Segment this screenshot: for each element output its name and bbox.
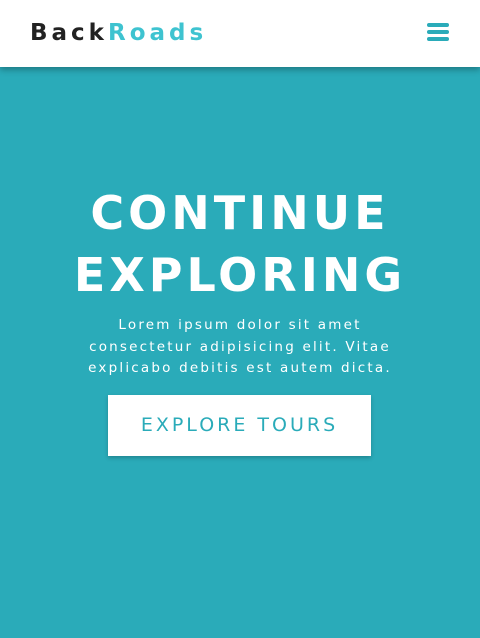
hero-title-line2: EXPLORING [73,248,407,302]
logo-text-back: Back [30,20,108,46]
hero-text-line3: explicabo debitis est autem dicta. [88,360,392,376]
menu-bar-middle [427,30,449,34]
hero-text-line2: consectetur adipisicing elit. Vitae [89,338,391,355]
hamburger-menu-icon[interactable] [426,21,450,43]
hero-description: Lorem ipsum dolor sit amet consectetur a… [55,315,425,380]
hero-title: CONTINUE EXPLORING [0,182,480,306]
hero-text-line1: Lorem ipsum dolor sit amet [118,317,362,333]
logo-text-roads: Roads [107,20,208,46]
explore-tours-button[interactable]: EXPLORE TOURS [108,395,371,456]
logo[interactable]: BackRoads [30,19,207,47]
hero-title-line1: CONTINUE [90,186,390,240]
navbar: BackRoads [0,0,480,67]
hero-section: CONTINUE EXPLORING Lorem ipsum dolor sit… [0,67,480,638]
menu-bar-top [427,23,449,27]
menu-bar-bottom [427,37,449,41]
